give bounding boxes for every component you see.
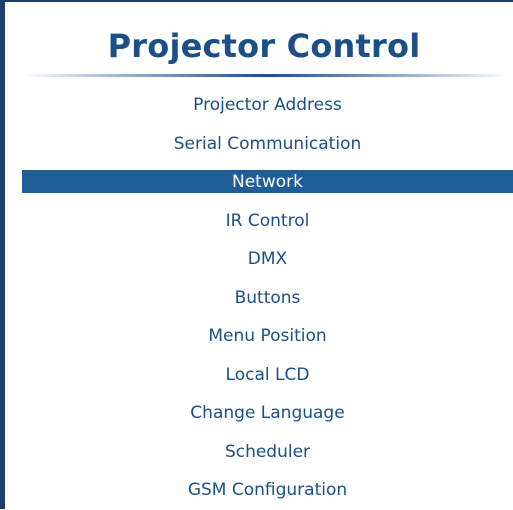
menu-item-buttons[interactable]: Buttons xyxy=(22,279,513,318)
menu-item-network[interactable]: Network xyxy=(22,163,513,202)
menu-item-serial-communication[interactable]: Serial Communication xyxy=(22,125,513,164)
page-title: Projector Control xyxy=(107,27,421,65)
menu-item-label: Scheduler xyxy=(224,441,311,462)
menu-item-menu-position[interactable]: Menu Position xyxy=(22,317,513,356)
menu-item-label: IR Control xyxy=(225,210,310,231)
menu-item-label: Serial Communication xyxy=(173,133,362,154)
menu-item-label: Change Language xyxy=(190,403,345,423)
menu-item-label: Local LCD xyxy=(225,364,310,385)
menu-item-label: GSM Configuration xyxy=(187,480,348,500)
menu-item-label: Buttons xyxy=(234,287,301,308)
frame-corner xyxy=(5,2,21,18)
menu-item-label: Network xyxy=(232,172,303,192)
title-divider xyxy=(23,74,509,77)
menu-item-dmx[interactable]: DMX xyxy=(22,240,513,279)
menu-item-label: DMX xyxy=(247,249,288,269)
projector-control-menu: Projector Control Projector Address Seri… xyxy=(0,0,513,509)
menu-item-projector-address[interactable]: Projector Address xyxy=(22,86,513,125)
menu-item-gsm-configuration[interactable]: GSM Configuration xyxy=(22,471,513,510)
menu-item-local-lcd[interactable]: Local LCD xyxy=(22,356,513,395)
menu-item-ir-control[interactable]: IR Control xyxy=(22,202,513,241)
menu-item-label: Projector Address xyxy=(193,95,342,115)
menu-item-change-language[interactable]: Change Language xyxy=(22,394,513,433)
menu-list: Projector Address Serial Communication N… xyxy=(22,86,513,510)
menu-item-label: Menu Position xyxy=(208,326,327,346)
menu-item-scheduler[interactable]: Scheduler xyxy=(22,433,513,472)
